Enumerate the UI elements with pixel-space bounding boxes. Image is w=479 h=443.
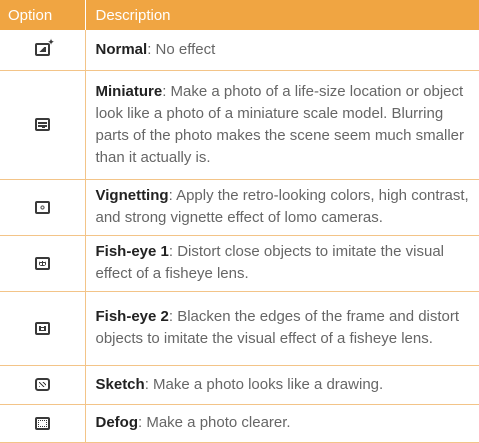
- option-description: : No effect: [147, 40, 216, 58]
- header-option: Option: [0, 0, 85, 30]
- description-cell: Fish-eye 1: Distort close objects to imi…: [84, 235, 479, 292]
- table-row: Miniature: Make a photo of a life-size l…: [0, 70, 479, 180]
- sketch-filter-icon: [34, 378, 50, 392]
- miniature-filter-icon: [34, 118, 50, 132]
- defog-filter-icon: [34, 416, 50, 430]
- description-cell: Miniature: Make a photo of a life-size l…: [84, 70, 479, 180]
- option-icon-cell: [0, 291, 85, 366]
- vignetting-filter-icon: [34, 200, 50, 214]
- option-name: Sketch: [95, 375, 145, 393]
- option-icon-cell: [0, 235, 85, 292]
- normal-filter-icon: ✦: [34, 38, 55, 57]
- option-icon-cell: ✦: [0, 30, 85, 71]
- option-name: Vignetting: [95, 187, 169, 204]
- fisheye2-filter-icon: [34, 321, 50, 335]
- description-cell: Sketch: Make a photo looks like a drawin…: [84, 365, 479, 405]
- option-name: Fish-eye 1: [95, 243, 169, 260]
- option-icon-cell: [0, 365, 85, 405]
- fisheye1-filter-icon: [34, 256, 50, 270]
- table-row: Fish-eye 1: Distort close objects to imi…: [0, 235, 479, 292]
- table-row: ✦ Normal: No effect: [0, 30, 479, 71]
- description-cell: Fish-eye 2: Blacken the edges of the fra…: [84, 291, 479, 366]
- table-row: Fish-eye 2: Blacken the edges of the fra…: [0, 291, 479, 366]
- option-icon-cell: [0, 179, 85, 236]
- option-name: Fish-eye 2: [95, 308, 169, 325]
- description-cell: Vignetting: Apply the retro-looking colo…: [84, 179, 479, 236]
- option-name: Normal: [95, 40, 148, 58]
- description-cell: Normal: No effect: [84, 30, 479, 71]
- option-description: : Make a photo looks like a drawing.: [144, 375, 384, 393]
- option-icon-cell: [0, 404, 85, 443]
- table-row: Defog: Make a photo clearer.: [0, 404, 479, 443]
- table-row: Vignetting: Apply the retro-looking colo…: [0, 179, 479, 236]
- description-cell: Defog: Make a photo clearer.: [84, 404, 479, 443]
- header-description: Description: [84, 0, 479, 30]
- table-row: Sketch: Make a photo looks like a drawin…: [0, 365, 479, 405]
- option-description: : Make a photo clearer.: [138, 414, 291, 431]
- option-name: Miniature: [95, 82, 163, 100]
- options-table: Option Description ✦ Normal: No effect M…: [0, 0, 479, 443]
- table-header-row: Option Description: [0, 0, 479, 30]
- option-icon-cell: [0, 70, 85, 180]
- option-name: Defog: [95, 414, 139, 431]
